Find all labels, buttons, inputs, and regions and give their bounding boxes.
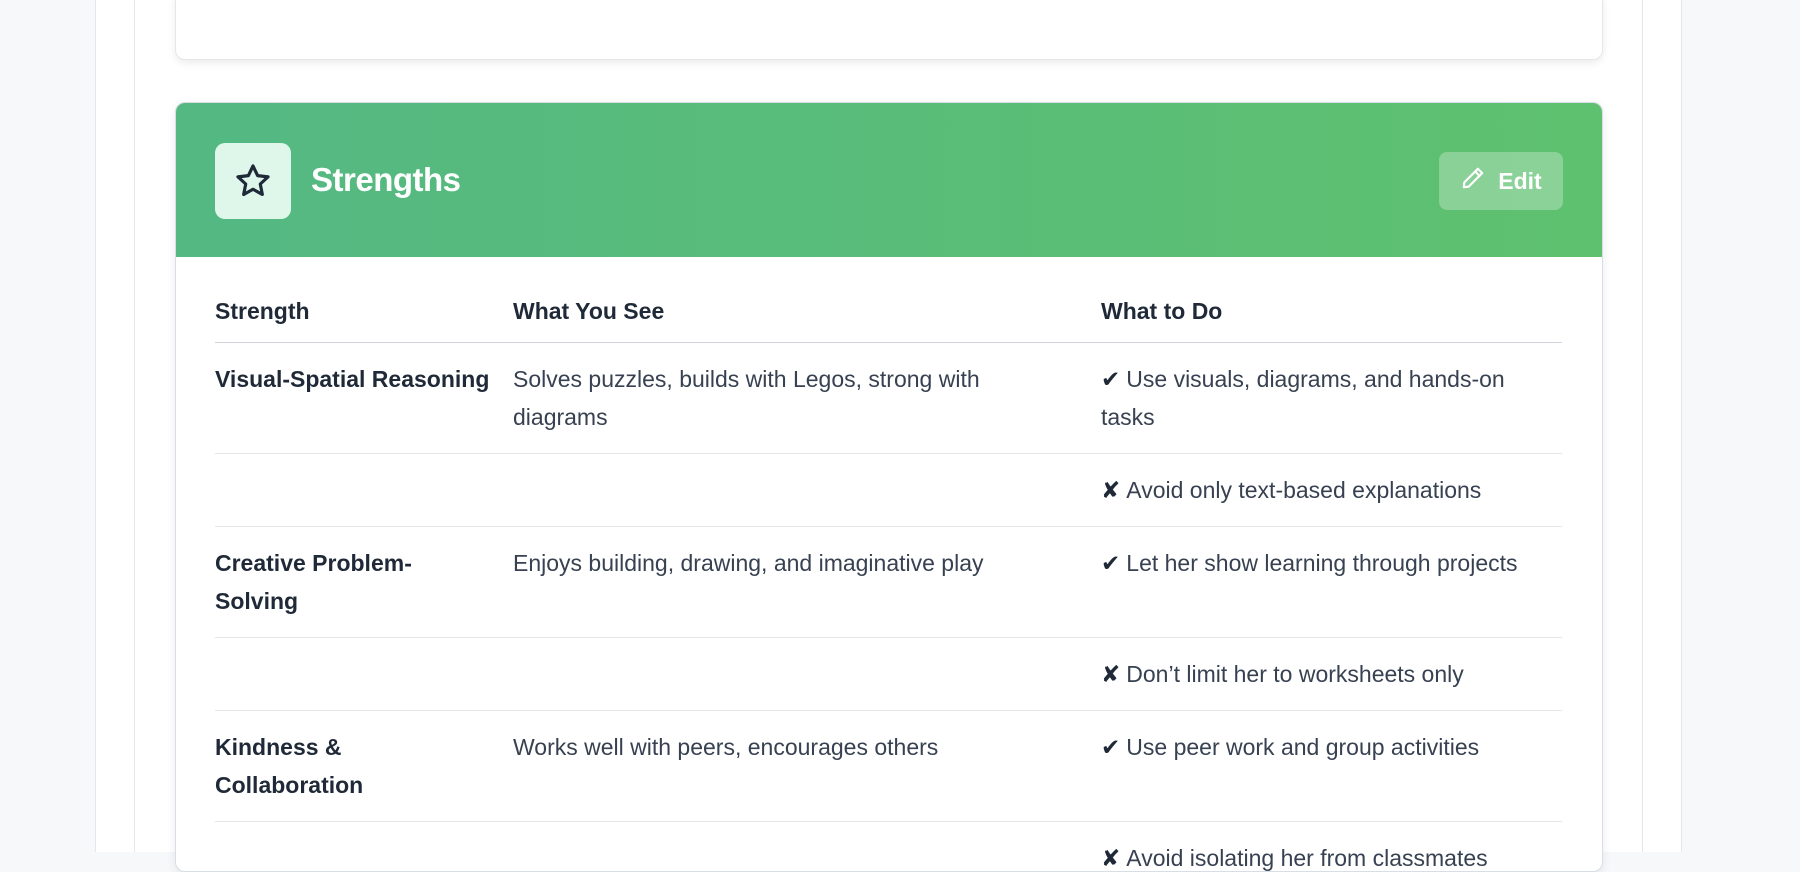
edit-button-label: Edit xyxy=(1498,168,1541,195)
section-title: Strengths xyxy=(311,161,461,199)
strengths-table-wrap: Strength What You See What to Do Visual-… xyxy=(215,257,1562,872)
what-you-see-cell xyxy=(513,454,1101,527)
cross-icon: ✘ xyxy=(1101,661,1120,687)
column-header-what-to-do: What to Do xyxy=(1101,257,1562,343)
what-to-do-cell: ✔Use peer work and group activities xyxy=(1101,711,1562,822)
strength-name: Visual-Spatial Reasoning xyxy=(215,366,489,392)
check-icon: ✔ xyxy=(1101,734,1120,760)
what-to-do-cell: ✘Don’t limit her to worksheets only xyxy=(1101,638,1562,711)
what-to-do-text: Avoid isolating her from classmates xyxy=(1126,845,1487,871)
strength-name: Creative Problem-Solving xyxy=(215,550,412,614)
cross-icon: ✘ xyxy=(1101,477,1120,503)
what-you-see-cell: Solves puzzles, builds with Legos, stron… xyxy=(513,343,1101,454)
previous-card xyxy=(175,0,1603,60)
what-to-do-cell: ✔Use visuals, diagrams, and hands-on tas… xyxy=(1101,343,1562,454)
table-header-row: Strength What You See What to Do xyxy=(215,257,1562,343)
table-row: ✘Avoid isolating her from classmates xyxy=(215,822,1562,872)
cross-icon: ✘ xyxy=(1101,845,1120,871)
what-to-do-cell: ✘Avoid only text-based explanations xyxy=(1101,454,1562,527)
pencil-icon xyxy=(1460,165,1486,197)
strength-name: Kindness & Collaboration xyxy=(215,734,363,798)
what-to-do-text: Avoid only text-based explanations xyxy=(1126,477,1481,503)
what-to-do-cell: ✔Let her show learning through projects xyxy=(1101,527,1562,638)
table-row: Creative Problem-Solving Enjoys building… xyxy=(215,527,1562,638)
table-row: Kindness & Collaboration Works well with… xyxy=(215,711,1562,822)
what-you-see-cell: Enjoys building, drawing, and imaginativ… xyxy=(513,527,1101,638)
what-to-do-text: Let her show learning through projects xyxy=(1126,550,1517,576)
what-you-see-cell: Works well with peers, encourages others xyxy=(513,711,1101,822)
what-to-do-text: Use peer work and group activities xyxy=(1126,734,1479,760)
check-icon: ✔ xyxy=(1101,366,1120,392)
strengths-card: Strengths Edit Strength What You See Wha… xyxy=(175,102,1603,872)
what-to-do-cell: ✘Avoid isolating her from classmates xyxy=(1101,822,1562,872)
what-to-do-text: Don’t limit her to worksheets only xyxy=(1126,661,1463,687)
table-row: ✘Don’t limit her to worksheets only xyxy=(215,638,1562,711)
what-you-see-cell xyxy=(513,822,1101,872)
column-header-what-you-see: What You See xyxy=(513,257,1101,343)
edit-button[interactable]: Edit xyxy=(1439,152,1563,210)
strengths-table: Strength What You See What to Do Visual-… xyxy=(215,257,1562,872)
table-row: Visual-Spatial Reasoning Solves puzzles,… xyxy=(215,343,1562,454)
table-row: ✘Avoid only text-based explanations xyxy=(215,454,1562,527)
what-you-see-cell xyxy=(513,638,1101,711)
column-header-strength: Strength xyxy=(215,257,513,343)
what-to-do-text: Use visuals, diagrams, and hands-on task… xyxy=(1101,366,1505,430)
strengths-card-header: Strengths Edit xyxy=(176,103,1602,257)
check-icon: ✔ xyxy=(1101,550,1120,576)
star-icon xyxy=(215,143,291,219)
